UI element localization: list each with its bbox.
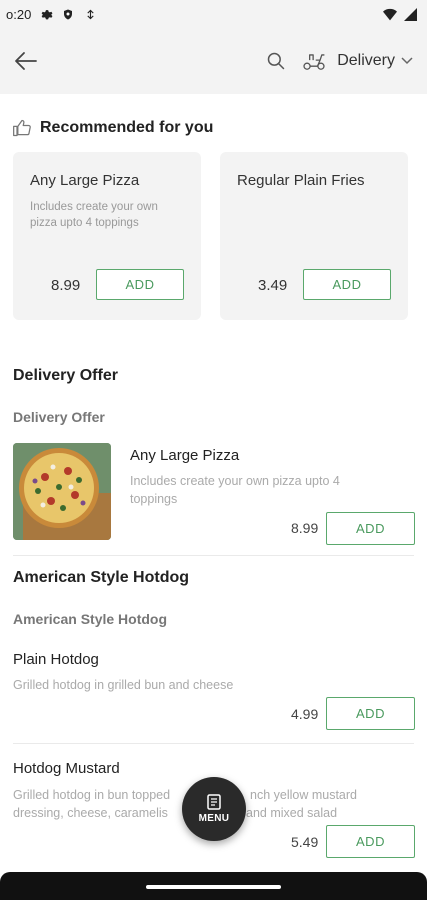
app-bar-actions: Delivery bbox=[263, 48, 413, 74]
add-button[interactable]: ADD bbox=[326, 512, 415, 545]
back-button[interactable] bbox=[12, 47, 40, 75]
status-time: o:20 bbox=[6, 6, 32, 22]
item-name: Any Large Pizza bbox=[130, 447, 240, 464]
settings-icon bbox=[39, 7, 53, 21]
delivery-selector[interactable]: Delivery bbox=[301, 51, 413, 71]
add-button[interactable]: ADD bbox=[96, 269, 184, 300]
rec-card-price: 3.49 bbox=[258, 277, 288, 294]
section-title: Delivery Offer bbox=[13, 367, 118, 384]
rec-card-name: Any Large Pizza bbox=[30, 172, 140, 189]
item-desc-line2: dressing, cheese, caramelis bbox=[13, 806, 168, 820]
recommended-card[interactable]: Any Large Pizza Includes create your own… bbox=[13, 152, 201, 320]
thumbs-up-icon bbox=[13, 119, 31, 137]
section-title: American Style Hotdog bbox=[13, 569, 190, 586]
recommended-header: Recommended for you bbox=[12, 118, 213, 138]
item-price: 8.99 bbox=[291, 520, 319, 536]
menu-button[interactable]: MENU bbox=[182, 777, 246, 841]
menu-document-icon bbox=[207, 794, 221, 810]
divider bbox=[13, 743, 414, 744]
delivery-label: Delivery bbox=[337, 52, 395, 69]
item-desc-line1-end: nch yellow mustard bbox=[250, 788, 357, 802]
divider bbox=[13, 555, 414, 556]
delivery-scooter-icon bbox=[303, 54, 325, 70]
menu-label: MENU bbox=[198, 813, 230, 824]
rec-card-price: 8.99 bbox=[51, 277, 81, 294]
item-desc-line2-end: and mixed salad bbox=[246, 806, 338, 820]
status-left: o:20 bbox=[6, 7, 97, 22]
item-desc: Includes create your own pizza upto 4 to… bbox=[130, 474, 340, 506]
status-bar: o:20 bbox=[0, 0, 427, 28]
arrow-left-icon bbox=[15, 52, 37, 70]
recommended-title: Recommended for you bbox=[40, 119, 214, 136]
data-saver-icon bbox=[83, 7, 97, 21]
pizza-illustration bbox=[13, 443, 111, 540]
system-nav-bar bbox=[0, 872, 427, 900]
home-indicator[interactable] bbox=[146, 885, 281, 889]
chevron-down-icon bbox=[401, 57, 413, 65]
status-right bbox=[383, 7, 417, 21]
add-button[interactable]: ADD bbox=[326, 825, 415, 858]
shield-icon bbox=[61, 7, 75, 21]
search-icon bbox=[267, 52, 285, 70]
rec-card-desc: Includes create your own pizza upto 4 to… bbox=[30, 201, 158, 229]
item-desc-line1: Grilled hotdog in bun topped bbox=[13, 788, 171, 802]
signal-icon bbox=[403, 7, 417, 21]
section-subtitle: American Style Hotdog bbox=[13, 611, 168, 627]
pizza-image[interactable] bbox=[13, 443, 111, 540]
add-button[interactable]: ADD bbox=[326, 697, 415, 730]
recommended-card[interactable]: Regular Plain Fries 3.49 ADD bbox=[220, 152, 408, 320]
search-button[interactable] bbox=[263, 48, 289, 74]
item-price: 4.99 bbox=[291, 706, 319, 722]
item-name: Hotdog Mustard bbox=[13, 760, 120, 777]
item-price: 5.49 bbox=[291, 834, 319, 850]
rec-card-name: Regular Plain Fries bbox=[237, 172, 365, 189]
item-desc: Grilled hotdog in grilled bun and cheese bbox=[13, 678, 234, 692]
item-name: Plain Hotdog bbox=[13, 651, 99, 668]
app-bar: Delivery bbox=[0, 28, 427, 94]
add-button[interactable]: ADD bbox=[303, 269, 391, 300]
section-subtitle: Delivery Offer bbox=[13, 409, 105, 425]
wifi-icon bbox=[383, 7, 397, 21]
